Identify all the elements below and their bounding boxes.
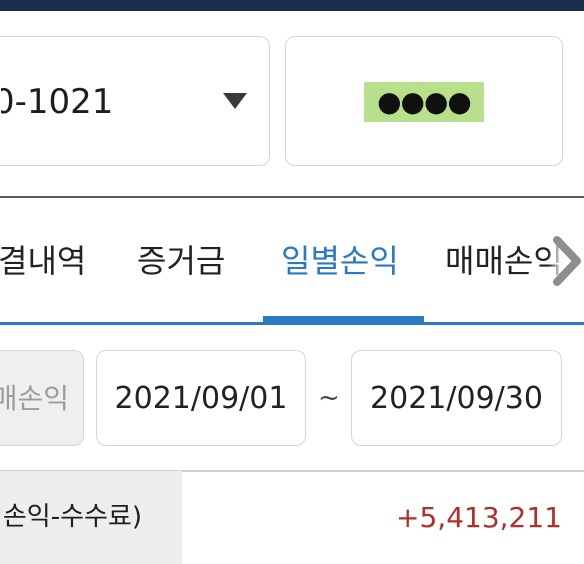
- account-select[interactable]: 0-1021: [0, 36, 270, 166]
- tab-settlement-history[interactable]: 결내역: [0, 198, 86, 324]
- summary-value: +5,413,211: [396, 501, 562, 534]
- chevron-right-icon: [553, 236, 581, 286]
- account-number: 0-1021: [1, 82, 114, 122]
- tab-bar-underline: [0, 322, 584, 325]
- tab-trade-pnl[interactable]: 매매손익: [445, 198, 563, 324]
- caret-down-icon[interactable]: [223, 93, 247, 109]
- password-mask: ●●●●: [364, 82, 484, 122]
- app-header-bar: [0, 0, 584, 11]
- tabs-scroll-right[interactable]: [548, 228, 584, 294]
- tab-bar: 결내역 증거금 일별손익 매매손익: [0, 198, 584, 324]
- pnl-type-label: 매손익: [0, 382, 69, 415]
- tab-margin[interactable]: 증거금: [137, 198, 225, 324]
- summary-label-cell: 손익-수수료): [0, 471, 182, 564]
- password-field[interactable]: ●●●●: [285, 36, 563, 166]
- tab-daily-pnl[interactable]: 일별손익: [281, 198, 399, 324]
- date-range-separator: ~: [318, 383, 340, 413]
- date-to-field[interactable]: 2021/09/30: [351, 350, 562, 446]
- date-from-field[interactable]: 2021/09/01: [96, 350, 306, 446]
- pnl-type-select[interactable]: 매손익: [0, 350, 84, 446]
- summary-label: 손익-수수료): [2, 502, 142, 532]
